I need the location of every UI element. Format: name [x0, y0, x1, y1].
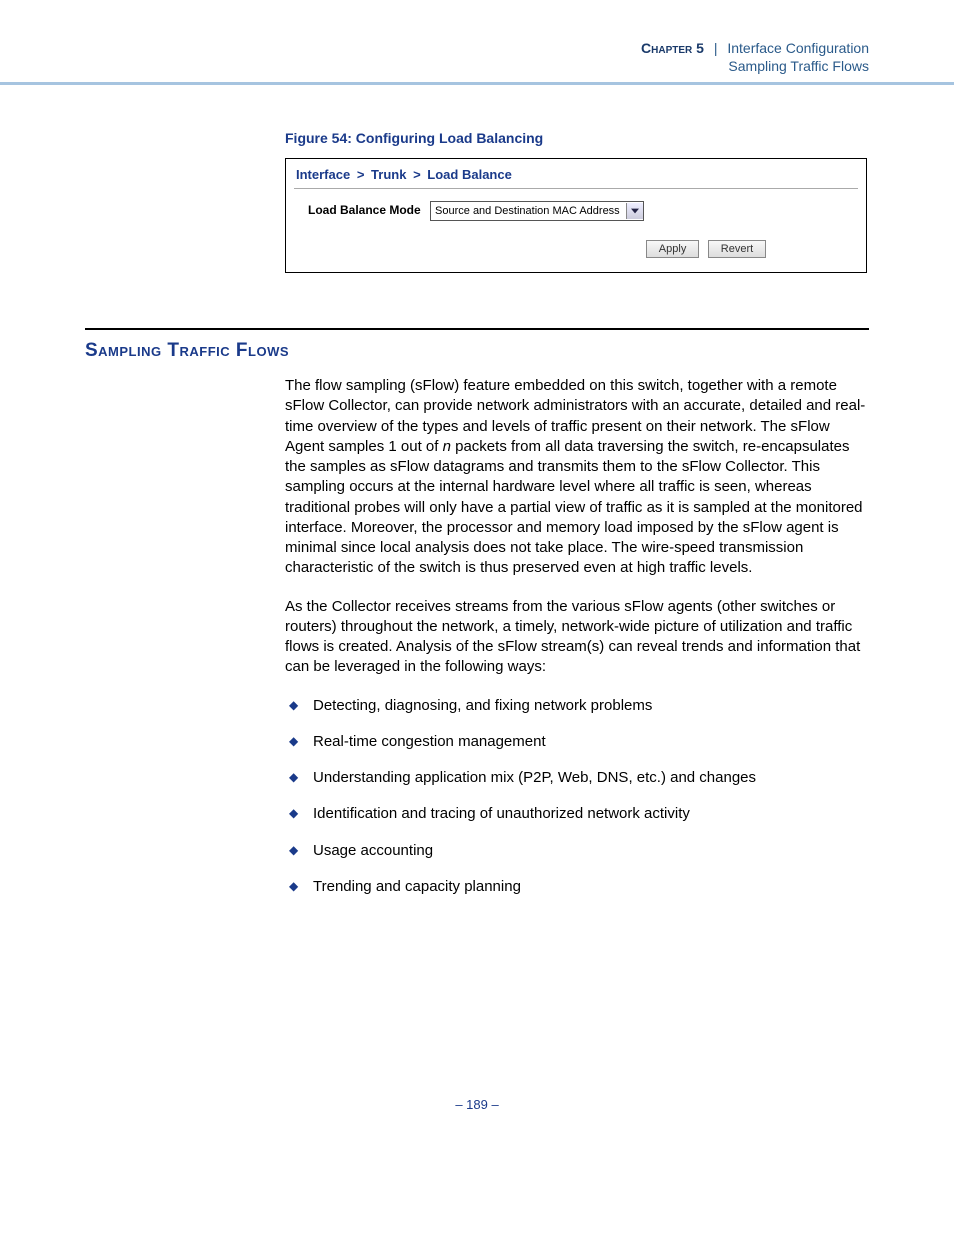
chapter-label: Chapter 5	[641, 40, 704, 56]
page-number: – 189 –	[0, 1097, 954, 1142]
section-heading: Sampling Traffic Flows	[85, 340, 869, 362]
bullet-list: Detecting, diagnosing, and fixing networ…	[285, 696, 869, 898]
load-balance-mode-select[interactable]: Source and Destination MAC Address	[430, 201, 644, 221]
figure-caption: Figure 54: Configuring Load Balancing	[285, 130, 869, 146]
revert-button[interactable]: Revert	[708, 240, 766, 258]
load-balance-mode-label: Load Balance Mode	[308, 203, 421, 217]
list-item: Trending and capacity planning	[285, 877, 869, 897]
breadcrumb-part-3[interactable]: Load Balance	[427, 167, 512, 182]
list-item: Identification and tracing of unauthoriz…	[285, 804, 869, 824]
breadcrumb-sep-2: >	[410, 167, 424, 182]
list-item: Understanding application mix (P2P, Web,…	[285, 768, 869, 788]
paragraph-1: The flow sampling (sFlow) feature embedd…	[285, 376, 869, 579]
page-header: Chapter 5 | Interface Configuration Samp…	[0, 0, 954, 85]
list-item: Real-time congestion management	[285, 732, 869, 752]
header-separator: |	[708, 40, 724, 56]
section-rule	[85, 328, 869, 330]
list-item: Detecting, diagnosing, and fixing networ…	[285, 696, 869, 716]
para1-em: n	[443, 438, 451, 455]
section-body: The flow sampling (sFlow) feature embedd…	[285, 376, 869, 897]
apply-button[interactable]: Apply	[646, 240, 700, 258]
chapter-title: Interface Configuration	[727, 40, 869, 56]
button-row: Apply Revert	[286, 231, 866, 272]
breadcrumb-sep-1: >	[354, 167, 368, 182]
chevron-down-icon	[626, 203, 643, 219]
figure-screenshot: Interface > Trunk > Load Balance Load Ba…	[285, 158, 867, 273]
paragraph-2: As the Collector receives streams from t…	[285, 597, 869, 678]
list-item: Usage accounting	[285, 841, 869, 861]
header-line-1: Chapter 5 | Interface Configuration	[0, 40, 869, 56]
breadcrumb-part-2[interactable]: Trunk	[371, 167, 406, 182]
select-value: Source and Destination MAC Address	[435, 205, 620, 217]
divider	[294, 188, 858, 189]
para1-b: packets from all data traversing the swi…	[285, 438, 863, 577]
breadcrumb: Interface > Trunk > Load Balance	[286, 159, 866, 188]
form-row: Load Balance Mode Source and Destination…	[286, 197, 866, 231]
breadcrumb-part-1[interactable]: Interface	[296, 167, 350, 182]
header-subtitle: Sampling Traffic Flows	[0, 58, 869, 74]
